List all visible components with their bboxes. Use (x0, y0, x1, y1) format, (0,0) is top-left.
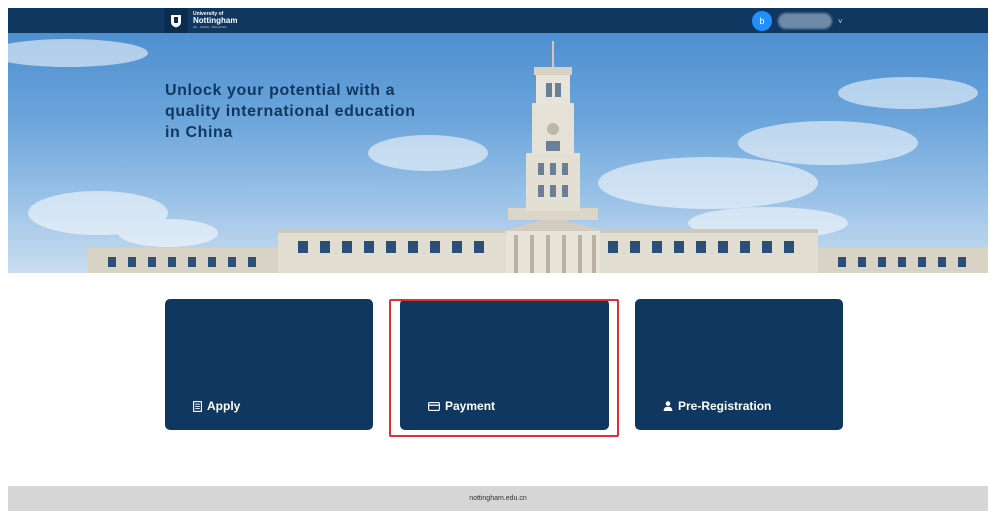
logo-text: University of Nottingham UK · CHINA · MA… (193, 12, 237, 29)
user-menu[interactable]: b ˅ (752, 11, 843, 31)
person-icon (663, 401, 673, 411)
page: University of Nottingham UK · CHINA · MA… (0, 0, 990, 511)
pre-registration-card[interactable]: Pre-Registration (635, 299, 843, 430)
apply-label-text: Apply (207, 399, 241, 413)
hero-headline: Unlock your potential with a quality int… (165, 82, 416, 141)
campus-building-image (8, 39, 988, 273)
pre-registration-label-text: Pre-Registration (678, 399, 772, 413)
logo-line-2: Nottingham (193, 16, 238, 25)
user-name-redacted (778, 13, 832, 29)
apply-card-label: Apply (193, 399, 240, 413)
chevron-down-icon[interactable]: ˅ (838, 17, 843, 26)
document-icon (193, 400, 202, 412)
logo-line-3: UK · CHINA · MALAYSIA (193, 25, 227, 29)
payment-highlight-box (389, 299, 619, 437)
pre-registration-card-label: Pre-Registration (663, 399, 771, 413)
top-bar: University of Nottingham UK · CHINA · MA… (8, 8, 988, 33)
university-logo[interactable]: University of Nottingham UK · CHINA · MA… (165, 8, 255, 33)
avatar[interactable]: b (752, 11, 772, 31)
hero-banner: Unlock your potential with a quality int… (8, 33, 988, 273)
apply-card[interactable]: Apply (165, 299, 373, 430)
crest-icon (165, 8, 187, 33)
footer: nottingham.edu.cn (8, 486, 988, 511)
footer-link[interactable]: nottingham.edu.cn (469, 495, 527, 502)
